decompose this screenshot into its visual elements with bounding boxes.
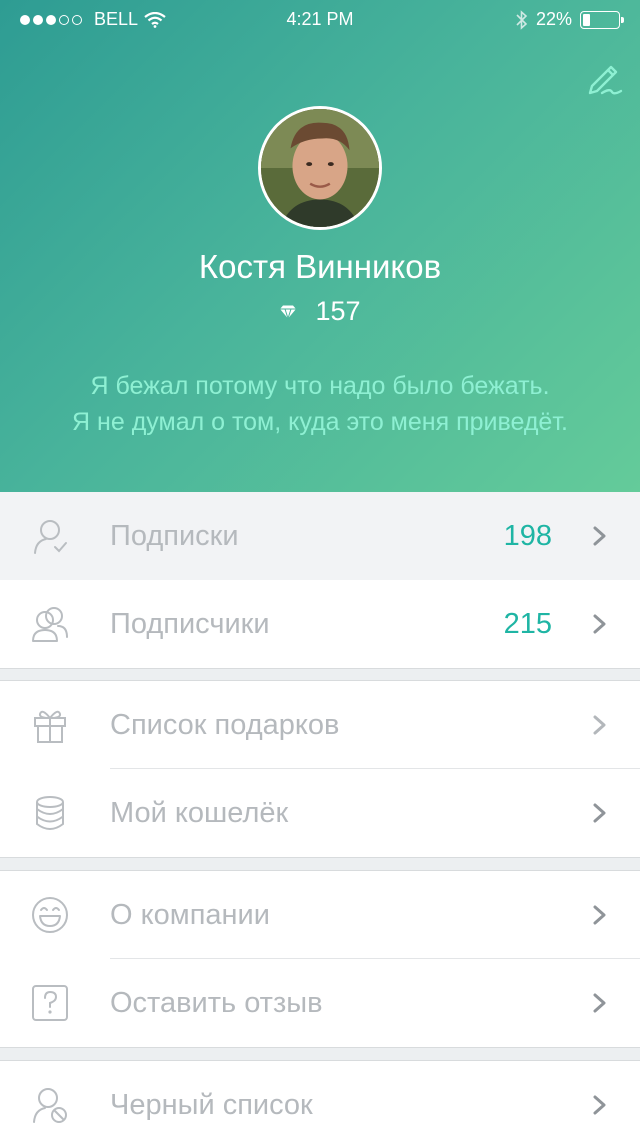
user-check-icon <box>34 520 67 554</box>
menu-label-about: О компании <box>110 899 270 931</box>
menu-item-subscriptions[interactable]: Подписки 198 <box>0 492 640 580</box>
avatar[interactable] <box>258 106 382 230</box>
chevron-right-icon <box>593 715 606 735</box>
question-icon <box>32 985 68 1021</box>
chevron-right-icon <box>593 905 606 925</box>
score-value: 157 <box>315 296 361 326</box>
subscribers-count: 215 <box>503 608 552 640</box>
users-icon <box>32 607 68 642</box>
menu-label-feedback: Оставить отзыв <box>110 987 323 1019</box>
gifts-group: Список подарков Мой кошелёк <box>0 680 640 858</box>
subscriptions-count: 198 <box>503 520 552 552</box>
gift-icon <box>34 710 66 743</box>
menu-item-subscribers[interactable]: Подписчики 215 <box>0 580 640 668</box>
profile-header: BELL 4:21 PM 22% Костя Винников 157 Я бе… <box>0 0 640 492</box>
follow-group: Подписки 198 Подписчики 215 <box>0 492 640 669</box>
menu-item-blacklist[interactable]: Черный список <box>0 1061 640 1136</box>
menu-label-gift-list: Список подарков <box>110 709 340 741</box>
menu-item-feedback[interactable]: Оставить отзыв <box>0 959 640 1047</box>
coins-icon <box>36 796 64 830</box>
diamond-icon <box>280 305 297 319</box>
edit-pencil-icon[interactable] <box>584 58 624 98</box>
battery-percent: 22% <box>535 9 572 29</box>
chevron-right-icon <box>593 1095 606 1115</box>
chevron-right-icon <box>593 526 606 546</box>
info-group: О компании Оставить отзыв <box>0 870 640 1048</box>
menu-item-about[interactable]: О компании <box>0 871 640 959</box>
chevron-right-icon <box>593 803 606 823</box>
blacklist-group: Черный список <box>0 1060 640 1136</box>
profile-name: Костя Винников <box>198 248 442 285</box>
status-quote: Я бежал потому что надо было бежать. Я н… <box>0 368 640 440</box>
menu-label-wallet: Мой кошелёк <box>110 797 289 829</box>
chevron-right-icon <box>593 614 606 634</box>
status-bar: BELL 4:21 PM 22% <box>0 0 640 40</box>
bluetooth-icon <box>516 9 528 30</box>
menu-item-wallet[interactable]: Мой кошелёк <box>0 769 640 857</box>
quote-line-1: Я бежал потому что надо было бежать. <box>90 372 550 400</box>
score: 157 <box>0 296 640 327</box>
menu-label-subscriptions: Подписки <box>110 520 239 552</box>
menu-item-gift-list[interactable]: Список подарков <box>0 681 640 769</box>
menu-label-subscribers: Подписчики <box>110 608 270 640</box>
quote-line-2: Я не думал о том, куда это меня приведёт… <box>72 408 568 436</box>
chevron-right-icon <box>593 993 606 1013</box>
battery-icon <box>580 10 624 29</box>
menu-label-blacklist: Черный список <box>110 1089 313 1121</box>
avatar-photo <box>261 109 379 227</box>
user-blocked-icon <box>33 1088 67 1123</box>
smile-icon <box>32 897 68 933</box>
